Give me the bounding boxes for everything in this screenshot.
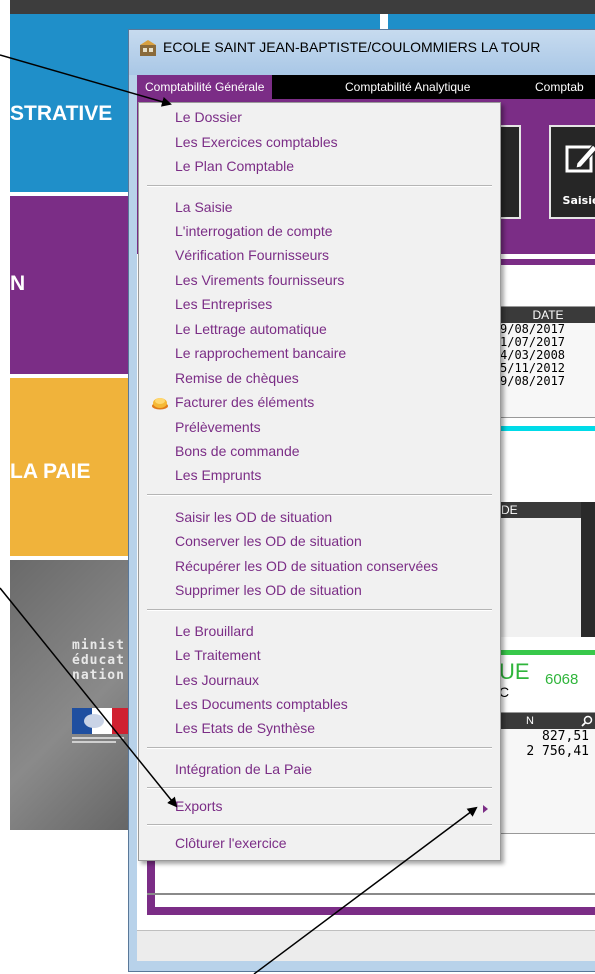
menu-item-exercices[interactable]: Les Exercices comptables (175, 134, 338, 150)
tile-purple-label: N (10, 272, 26, 295)
comptabilite-generale-dropdown: Le Dossier Les Exercices comptables Le P… (138, 102, 501, 861)
menu-item-etats-synthese[interactable]: Les Etats de Synthèse (175, 720, 315, 736)
menu-comptabilite-other[interactable]: Comptab (527, 75, 592, 99)
menu-item-dossier[interactable]: Le Dossier (175, 109, 242, 125)
ministere-line-1: minist (72, 638, 125, 653)
cyan-section-bar (497, 426, 595, 431)
menu-item-conserver-od[interactable]: Conserver les OD de situation (175, 533, 362, 549)
status-bar (137, 930, 595, 961)
menu-item-facturer[interactable]: Facturer des éléments (175, 394, 314, 410)
search-icon[interactable] (581, 715, 593, 727)
menu-item-prelevements[interactable]: Prélèvements (175, 419, 261, 435)
menu-separator (147, 747, 492, 749)
submenu-arrow-icon (483, 805, 488, 813)
menu-separator (147, 185, 492, 187)
coins-icon (152, 398, 168, 410)
de-column-header: DE (497, 502, 581, 518)
edit-icon (565, 144, 595, 173)
menu-separator (147, 824, 492, 826)
menu-item-plan-comptable[interactable]: Le Plan Comptable (175, 158, 294, 174)
menu-comptabilite-generale[interactable]: Comptabilité Générale (137, 75, 273, 99)
menu-item-virements[interactable]: Les Virements fournisseurs (175, 272, 344, 288)
tile-administrative-label: STRATIVE (10, 102, 113, 125)
menu-item-remise-cheques[interactable]: Remise de chèques (175, 370, 299, 386)
menu-item-saisie[interactable]: La Saisie (175, 199, 233, 215)
ministere-line-2: éducat (72, 653, 125, 668)
amount-column-header: N (498, 713, 595, 729)
menu-item-interrogation[interactable]: L'interrogation de compte (175, 223, 333, 239)
menu-separator (147, 494, 492, 496)
menu-item-supprimer-od[interactable]: Supprimer les OD de situation (175, 582, 362, 598)
amount-header-label: N (526, 715, 534, 727)
menu-item-lettrage[interactable]: Le Lettrage automatique (175, 321, 327, 337)
purple-section-bar (497, 259, 595, 265)
ministere-line-3: nation (72, 668, 125, 683)
menu-item-emprunts[interactable]: Les Emprunts (175, 467, 261, 483)
window-titlebar[interactable]: ECOLE SAINT JEAN-BAPTISTE/COULOMMIERS LA… (129, 30, 595, 75)
menu-item-exports[interactable]: Exports (175, 798, 222, 814)
amount-row[interactable]: 2 756,41 (498, 744, 595, 759)
republique-logo-icon (72, 708, 132, 743)
de-scrollbar[interactable] (581, 502, 595, 637)
menu-item-brouillard[interactable]: Le Brouillard (175, 623, 254, 639)
date-column-header: DATE (498, 307, 595, 323)
menu-item-saisir-od[interactable]: Saisir les OD de situation (175, 509, 332, 525)
menu-separator (147, 787, 492, 789)
amount-row[interactable]: 827,51 (498, 729, 595, 744)
menu-item-verification-fournisseurs[interactable]: Vérification Fournisseurs (175, 247, 329, 263)
ue-label: UE (499, 659, 530, 684)
tile-paie-label: LA PAIE (10, 460, 91, 483)
menu-item-traitement[interactable]: Le Traitement (175, 647, 261, 663)
background-top-strip (10, 0, 595, 14)
menu-item-bons-commande[interactable]: Bons de commande (175, 443, 300, 459)
saisie-label: Saisie (562, 194, 595, 207)
window-title: ECOLE SAINT JEAN-BAPTISTE/COULOMMIERS LA… (163, 39, 541, 55)
ue-number: 6068 (545, 671, 579, 688)
amount-list[interactable]: N 827,51 2 756,41 (497, 712, 595, 834)
menu-item-documents-comptables[interactable]: Les Documents comptables (175, 696, 348, 712)
menu-comptabilite-analytique[interactable]: Comptabilité Analytique (337, 75, 478, 99)
divider-line (147, 893, 595, 895)
date-row[interactable]: 9/08/2017 (498, 375, 595, 388)
menu-item-entreprises[interactable]: Les Entreprises (175, 296, 272, 312)
menu-item-cloturer[interactable]: Clôturer l'exercice (175, 835, 287, 851)
green-section-bar (497, 650, 595, 655)
menu-item-rapprochement[interactable]: Le rapprochement bancaire (175, 345, 346, 361)
menu-item-journaux[interactable]: Les Journaux (175, 672, 259, 688)
menubar: Comptabilité Générale Comptabilité Analy… (137, 75, 595, 99)
app-icon (140, 40, 156, 56)
ministere-logo-text: minist éducat nation (72, 638, 125, 683)
date-list[interactable]: DATE 9/08/2017 1/07/2017 4/03/2008 5/11/… (497, 306, 595, 418)
purple-bottom-bar (147, 907, 595, 915)
menu-item-recuperer-od[interactable]: Récupérer les OD de situation conservées (175, 558, 438, 574)
menu-item-integration-paie[interactable]: Intégration de La Paie (175, 761, 312, 777)
menu-separator (147, 609, 492, 611)
saisie-button[interactable]: Saisie (549, 125, 595, 219)
de-list[interactable]: DE (497, 502, 595, 637)
